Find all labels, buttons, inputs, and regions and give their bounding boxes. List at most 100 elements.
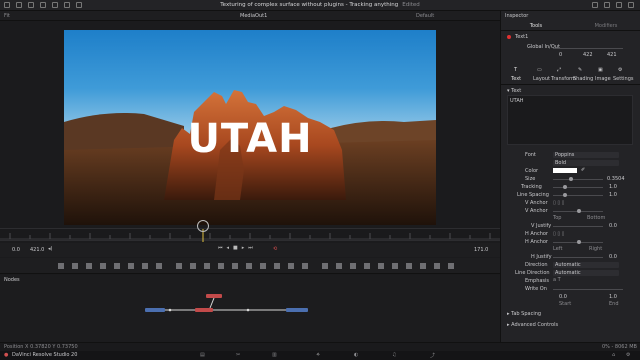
tool-icon[interactable] — [72, 263, 78, 269]
h-anchor-buttons[interactable]: ▯ ▯ ▯ — [553, 231, 564, 237]
current-frame[interactable]: 171.0 — [474, 247, 488, 253]
write-on-start-value[interactable]: 0.0 — [559, 294, 567, 300]
tool-icon[interactable] — [128, 263, 134, 269]
v-anchor-buttons[interactable]: ▯ ▯ ▯ — [553, 200, 564, 206]
close-icon[interactable] — [628, 2, 634, 8]
direction-dropdown[interactable]: Automatic — [553, 262, 619, 268]
tool-icon[interactable] — [274, 263, 280, 269]
section-tab-spacing-header[interactable]: ▸ Tab Spacing — [507, 311, 541, 317]
deliver-page-icon[interactable]: ⤴ — [430, 352, 435, 359]
subtab-settings[interactable]: Settings — [613, 76, 634, 82]
go-to-start-icon[interactable]: ⏮ — [218, 245, 227, 251]
tool-icon[interactable] — [58, 263, 64, 269]
line-spacing-slider-knob[interactable] — [563, 193, 567, 197]
tool-icon[interactable] — [448, 263, 454, 269]
cut-page-icon[interactable]: ✂ — [236, 352, 240, 358]
subtab-shading[interactable]: Shading — [573, 76, 593, 82]
loop-icon[interactable]: ⟲ — [273, 246, 277, 252]
tool-icon[interactable] — [114, 263, 120, 269]
tracking-slider-knob[interactable] — [563, 185, 567, 189]
emphasis-buttons[interactable]: a T — [553, 277, 561, 283]
write-on-slider[interactable] — [553, 289, 623, 290]
tool-icon[interactable] — [420, 263, 426, 269]
tool-icon[interactable] — [336, 263, 342, 269]
tool-icon[interactable] — [190, 263, 196, 269]
tab-tools[interactable]: Tools — [501, 21, 571, 31]
tool-icon[interactable] — [218, 263, 224, 269]
node-text1[interactable] — [206, 294, 222, 298]
viewer-canvas[interactable]: UTAH — [64, 30, 436, 225]
speaker-icon[interactable]: ◂) — [48, 246, 52, 252]
color-page-icon[interactable]: ◐ — [354, 352, 358, 358]
subtab-text[interactable]: Text — [511, 76, 521, 82]
global-range-slider[interactable] — [553, 48, 623, 49]
v-justify-slider[interactable] — [553, 226, 603, 227]
tool-icon[interactable] — [246, 263, 252, 269]
render-start[interactable]: 0.0 — [12, 247, 20, 253]
write-on-end-value[interactable]: 1.0 — [609, 294, 617, 300]
inspector-toggle-icon[interactable] — [592, 2, 598, 8]
media-page-icon[interactable]: ▤ — [200, 352, 205, 358]
tool-icon[interactable] — [142, 263, 148, 269]
fullscreen-icon[interactable] — [616, 2, 622, 8]
tool-icon[interactable] — [378, 263, 384, 269]
text-overlay[interactable]: UTAH — [64, 116, 436, 162]
tool-icon[interactable] — [406, 263, 412, 269]
v-justify-value[interactable]: 0.0 — [609, 223, 617, 229]
line-spacing-slider[interactable] — [553, 195, 603, 196]
section-advanced-header[interactable]: ▸ Advanced Controls — [507, 322, 558, 328]
view-mode-dropdown[interactable]: Default — [416, 13, 434, 19]
fusion-page-icon[interactable]: ✧ — [316, 352, 320, 358]
section-text-header[interactable]: ▾ Text — [507, 88, 521, 94]
tool-icon[interactable] — [350, 263, 356, 269]
tool-icon[interactable] — [322, 263, 328, 269]
tool-icon[interactable] — [156, 263, 162, 269]
size-slider-knob[interactable] — [569, 177, 573, 181]
line-spacing-value[interactable]: 1.0 — [609, 192, 617, 198]
home-icon[interactable]: ⌂ — [612, 352, 615, 358]
global-mid-value[interactable]: 422 — [583, 52, 593, 58]
h-anchor-slider-knob[interactable] — [577, 240, 581, 244]
node-merge1[interactable] — [195, 308, 213, 312]
tracking-value[interactable]: 1.0 — [609, 184, 617, 190]
global-out-value[interactable]: 421 — [607, 52, 617, 58]
stop-icon[interactable]: ■ — [233, 245, 242, 251]
size-slider[interactable] — [553, 179, 603, 180]
tool-icon[interactable] — [288, 263, 294, 269]
styled-text-input[interactable]: UTAH — [507, 95, 633, 145]
v-anchor-slider-knob[interactable] — [577, 209, 581, 213]
node-editor[interactable]: Nodes — [0, 275, 500, 342]
h-justify-slider[interactable] — [553, 257, 603, 258]
eyedropper-icon[interactable]: ✐ — [581, 167, 585, 173]
tab-modifiers[interactable]: Modifiers — [571, 21, 640, 31]
tool-icon[interactable] — [232, 263, 238, 269]
settings-icon[interactable] — [604, 2, 610, 8]
font-style-dropdown[interactable]: Bold — [553, 160, 619, 166]
render-end[interactable]: 421.0 — [30, 247, 44, 253]
tool-icon[interactable] — [204, 263, 210, 269]
subtab-image[interactable]: Image — [595, 76, 611, 82]
tool-icon[interactable] — [260, 263, 266, 269]
size-value[interactable]: 0.3504 — [607, 176, 625, 182]
time-ruler[interactable] — [0, 220, 500, 242]
subtab-layout[interactable]: Layout — [533, 76, 550, 82]
edit-page-icon[interactable]: ▥ — [272, 352, 277, 358]
tool-icon[interactable] — [392, 263, 398, 269]
h-justify-value[interactable]: 0.0 — [609, 254, 617, 260]
color-swatch[interactable] — [553, 168, 577, 173]
tool-icon[interactable] — [86, 263, 92, 269]
font-dropdown[interactable]: Poppins — [553, 152, 619, 158]
tracking-slider[interactable] — [553, 187, 603, 188]
node-mediaout1[interactable] — [286, 308, 308, 312]
line-direction-dropdown[interactable]: Automatic — [553, 270, 619, 276]
tool-icon[interactable] — [364, 263, 370, 269]
fairlight-page-icon[interactable]: ♫ — [392, 352, 396, 358]
project-settings-icon[interactable]: ⚙ — [626, 352, 630, 358]
tool-icon[interactable] — [434, 263, 440, 269]
fit-dropdown[interactable]: Fit — [4, 13, 10, 19]
tool-icon[interactable] — [302, 263, 308, 269]
tool-icon[interactable] — [176, 263, 182, 269]
go-to-end-icon[interactable]: ⏭ — [248, 245, 257, 251]
global-in-value[interactable]: 0 — [559, 52, 562, 58]
tool-icon[interactable] — [100, 263, 106, 269]
